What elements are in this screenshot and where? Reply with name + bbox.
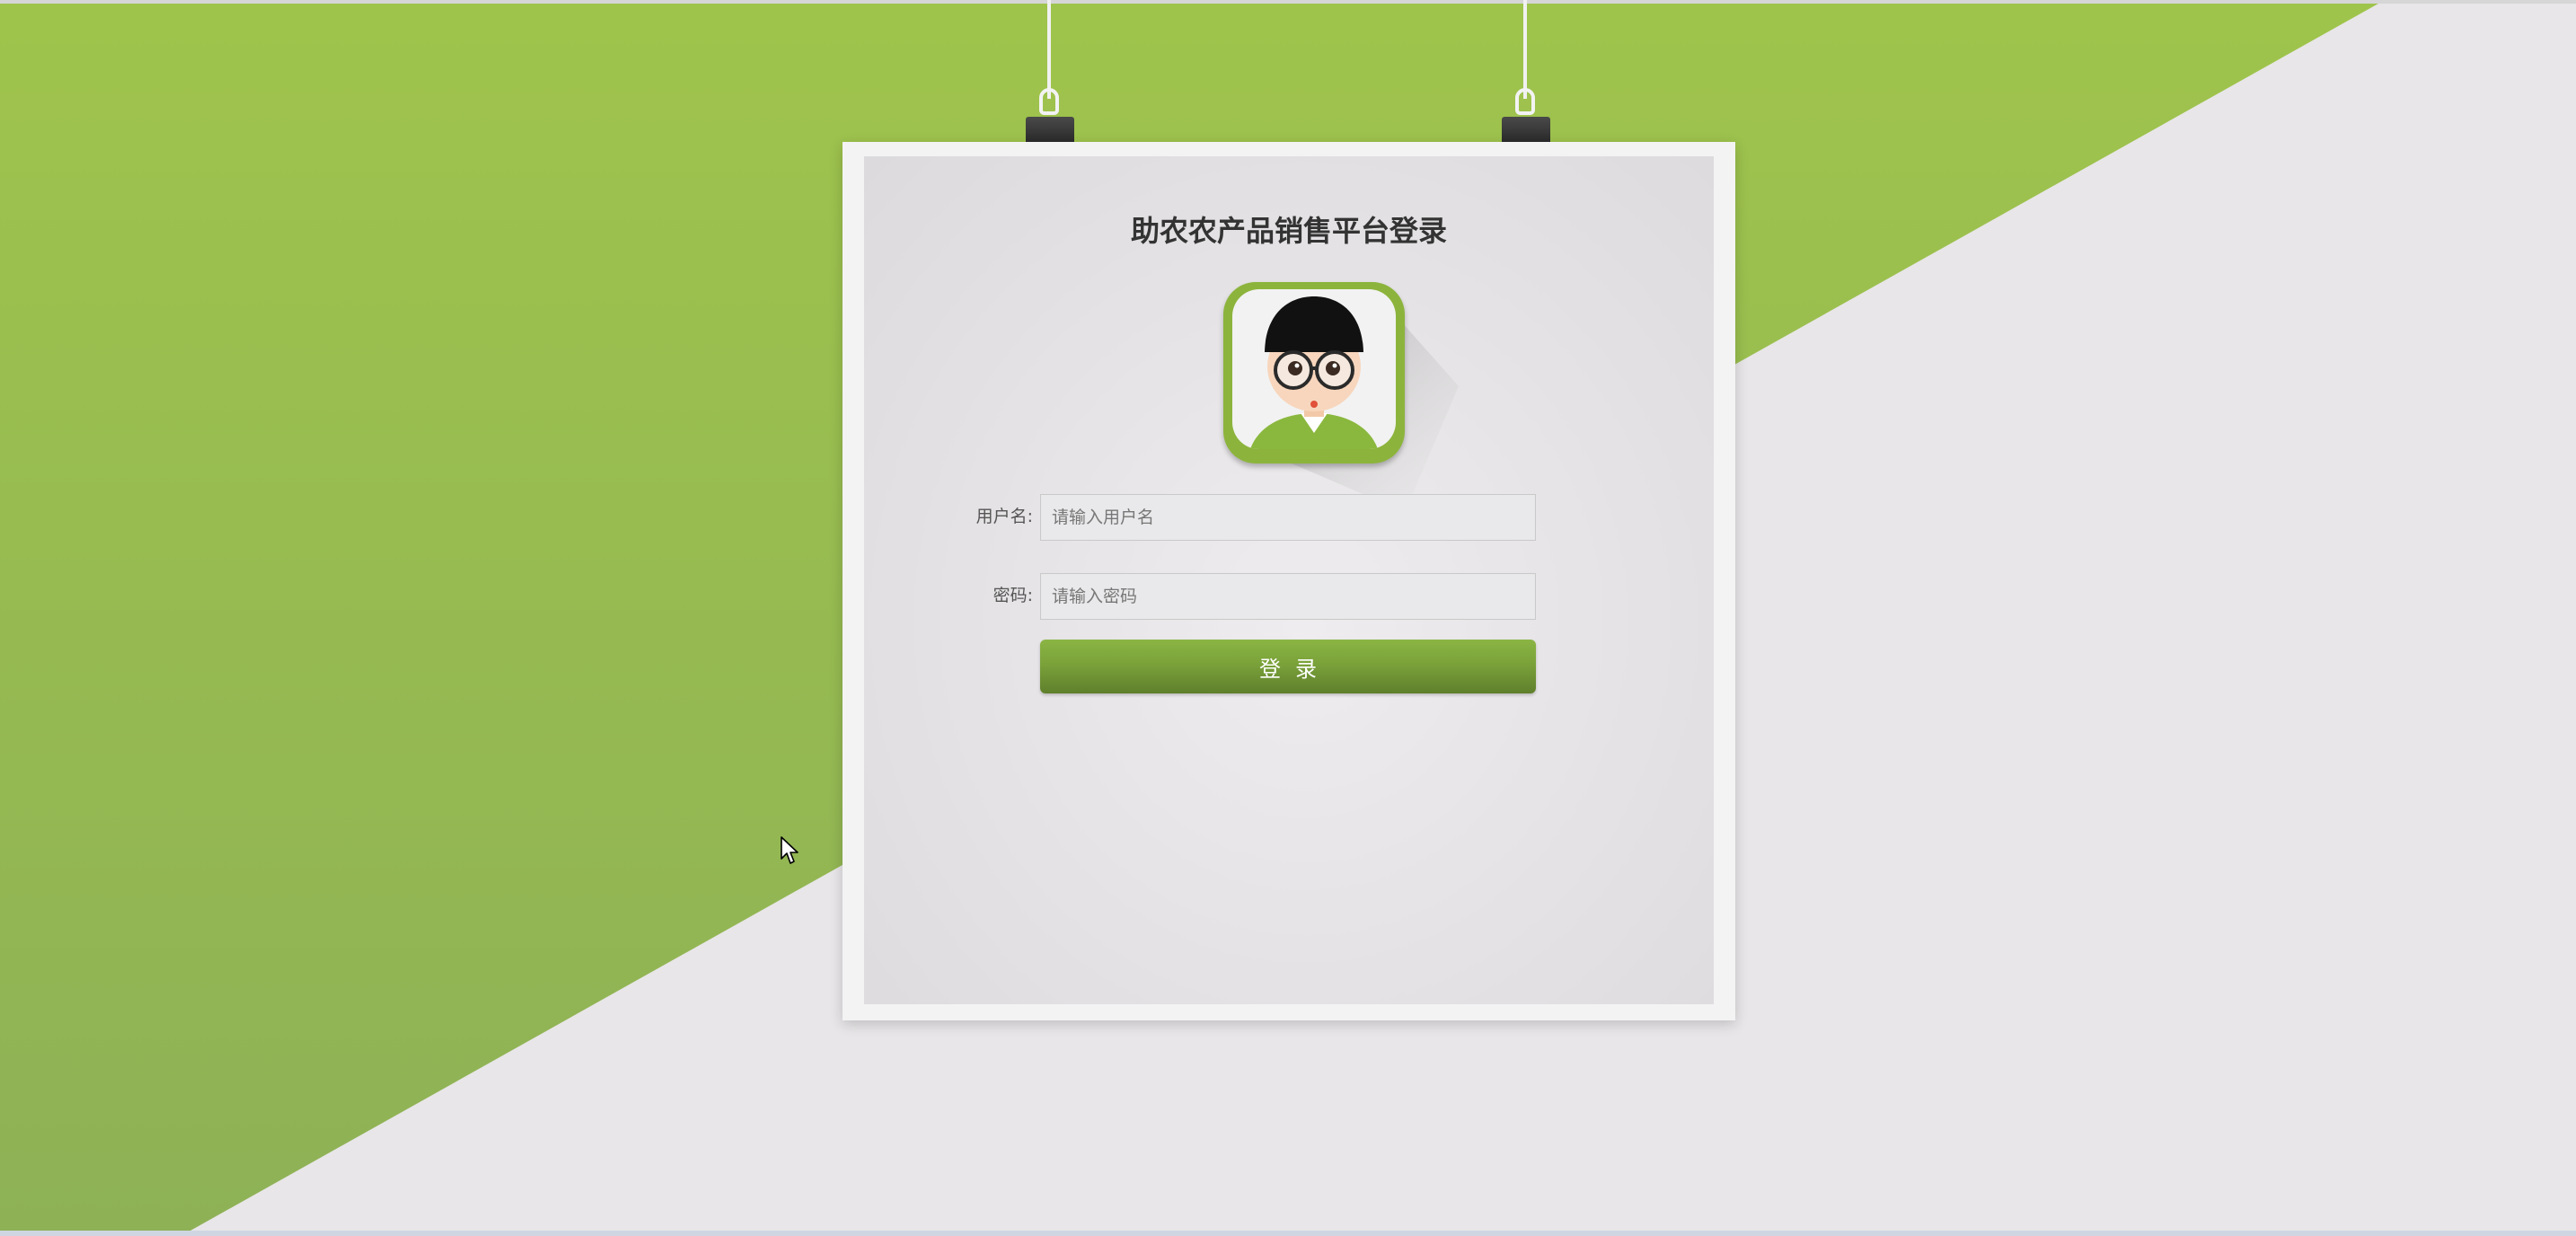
- login-page: 助农农产品销售平台登录 用户名: 请输入用户名 密码: 登录: [0, 0, 2576, 1236]
- password-input[interactable]: [1040, 573, 1536, 620]
- binder-clip-ring-left: [1039, 88, 1059, 115]
- hanging-string-left: [1047, 0, 1051, 99]
- avatar-face: [1232, 289, 1396, 449]
- binder-clip-icon: [1026, 117, 1074, 142]
- binder-clip-ring-right: [1515, 88, 1535, 115]
- bottom-edge-line: [0, 1231, 2576, 1236]
- top-edge-line: [0, 0, 2576, 4]
- user-avatar-icon: [1223, 282, 1405, 464]
- username-label: 用户名:: [975, 507, 1033, 526]
- hanging-string-right: [1523, 0, 1527, 99]
- login-board: 助农农产品销售平台登录 用户名: 请输入用户名 密码: 登录: [842, 142, 1735, 1020]
- login-button[interactable]: 登录: [1040, 640, 1536, 693]
- username-input[interactable]: [1040, 494, 1536, 541]
- login-panel: 助农农产品销售平台登录 用户名: 请输入用户名 密码: 登录: [864, 156, 1714, 1004]
- avatar-face-icon: [1250, 296, 1378, 449]
- binder-clip-icon: [1502, 117, 1550, 142]
- mouse-cursor-icon: [781, 836, 798, 864]
- page-title: 助农农产品销售平台登录: [1130, 214, 1447, 248]
- password-label: 密码:: [992, 586, 1033, 605]
